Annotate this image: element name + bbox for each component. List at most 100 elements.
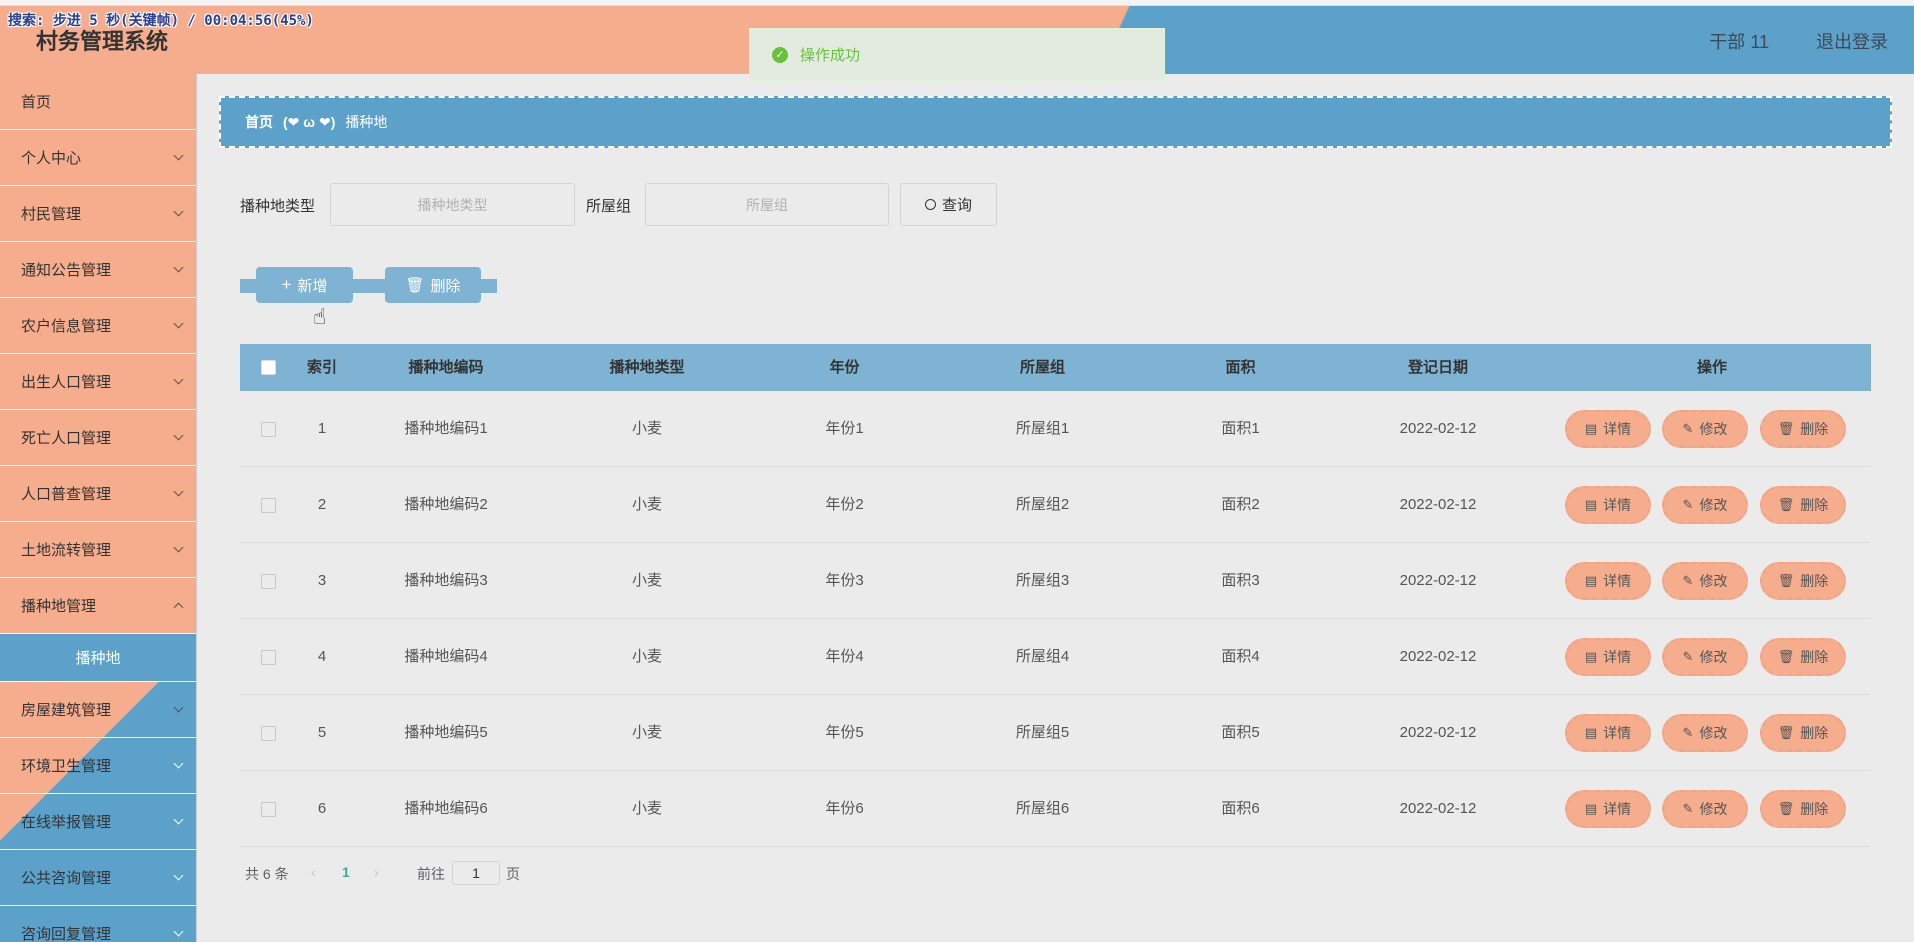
cell-date: 2022-02-12 bbox=[1399, 724, 1477, 741]
cell-date: 2022-02-12 bbox=[1399, 420, 1477, 437]
edit-button[interactable]: ✎ 修改 bbox=[1662, 562, 1748, 600]
cell-index: 3 bbox=[317, 572, 327, 589]
sidebar-item-buildings[interactable]: 房屋建筑管理 bbox=[0, 682, 196, 738]
cell-date: 2022-02-12 bbox=[1399, 496, 1477, 513]
sidebar-item-births[interactable]: 出生人口管理 bbox=[0, 354, 196, 410]
document-icon: ▤ bbox=[1584, 497, 1598, 512]
sidebar-item-land-transfer[interactable]: 土地流转管理 bbox=[0, 522, 196, 578]
row-checkbox[interactable] bbox=[261, 726, 276, 741]
cell-type: 小麦 bbox=[631, 572, 662, 589]
cell-date: 2022-02-12 bbox=[1399, 648, 1477, 665]
document-icon: ▤ bbox=[1584, 421, 1598, 436]
select-all-checkbox[interactable] bbox=[261, 360, 276, 375]
delete-button[interactable]: 🗑 删除 bbox=[1760, 486, 1846, 524]
cell-code: 播种地编码3 bbox=[404, 572, 488, 589]
row-checkbox[interactable] bbox=[261, 498, 276, 513]
sidebar-item-label: 咨询回复管理 bbox=[21, 926, 112, 942]
detail-button[interactable]: ▤ 详情 bbox=[1565, 562, 1651, 600]
sidebar-subitem-sowing-land[interactable]: 播种地 bbox=[0, 634, 196, 682]
chevron-down-icon bbox=[173, 374, 184, 385]
cell-area: 面积6 bbox=[1221, 800, 1260, 817]
cell-area: 面积2 bbox=[1221, 496, 1260, 513]
next-page-icon[interactable]: › bbox=[374, 864, 379, 880]
cell-type: 小麦 bbox=[631, 724, 662, 741]
sidebar-item-sanitation[interactable]: 环境卫生管理 bbox=[0, 738, 196, 794]
cell-date: 2022-02-12 bbox=[1399, 572, 1477, 589]
cell-type: 小麦 bbox=[631, 496, 662, 513]
row-checkbox[interactable] bbox=[261, 802, 276, 817]
sidebar-item-farmers[interactable]: 农户信息管理 bbox=[0, 298, 196, 354]
column-header: 所屋组 bbox=[1019, 359, 1065, 376]
cell-year: 年份3 bbox=[825, 572, 864, 589]
delete-button[interactable]: 🗑 删除 bbox=[1760, 638, 1846, 676]
batch-delete-button[interactable]: 🗑 删除 bbox=[369, 267, 497, 303]
edit-button[interactable]: ✎ 修改 bbox=[1662, 790, 1748, 828]
delete-button[interactable]: 🗑 删除 bbox=[1760, 410, 1846, 448]
logout-link[interactable]: 退出登录 bbox=[1816, 28, 1888, 54]
pencil-icon: ✎ bbox=[1682, 725, 1694, 740]
sidebar-item-label: 出生人口管理 bbox=[21, 374, 112, 391]
detail-button[interactable]: ▤ 详情 bbox=[1565, 486, 1651, 524]
type-search-input[interactable] bbox=[330, 183, 575, 226]
query-button[interactable]: 查询 bbox=[900, 183, 997, 226]
chevron-up-icon bbox=[173, 602, 184, 613]
delete-label: 删除 bbox=[1800, 421, 1829, 437]
edit-button[interactable]: ✎ 修改 bbox=[1662, 638, 1748, 676]
group-search-input[interactable] bbox=[645, 183, 889, 226]
row-checkbox[interactable] bbox=[261, 650, 276, 665]
detail-button[interactable]: ▤ 详情 bbox=[1565, 638, 1651, 676]
sidebar-item-villagers[interactable]: 村民管理 bbox=[0, 186, 196, 242]
delete-button[interactable]: 🗑 删除 bbox=[1760, 790, 1846, 828]
breadcrumb-home[interactable]: 首页 bbox=[245, 112, 273, 132]
sidebar-item-personal[interactable]: 个人中心 bbox=[0, 130, 196, 186]
sidebar-item-label: 在线举报管理 bbox=[21, 814, 112, 831]
button-decoration bbox=[369, 279, 385, 293]
edit-button[interactable]: ✎ 修改 bbox=[1662, 410, 1748, 448]
breadcrumb: 首页 (❤ ω ❤) 播种地 bbox=[219, 96, 1892, 148]
table-row: 1 播种地编码1 小麦 年份1 所屋组1 面积1 2022-02-12 ▤ 详情 … bbox=[240, 391, 1871, 467]
table-row: 6 播种地编码6 小麦 年份6 所屋组6 面积6 2022-02-12 ▤ 详情 … bbox=[240, 771, 1871, 847]
query-button-label: 查询 bbox=[941, 197, 972, 214]
sidebar-item-home[interactable]: 首页 bbox=[0, 74, 196, 130]
goto-page-input[interactable] bbox=[452, 861, 500, 885]
detail-button[interactable]: ▤ 详情 bbox=[1565, 410, 1651, 448]
table-row: 2 播种地编码2 小麦 年份2 所屋组2 面积2 2022-02-12 ▤ 详情 … bbox=[240, 467, 1871, 543]
sidebar-item-sowing-mgmt[interactable]: 播种地管理 bbox=[0, 578, 196, 634]
prev-page-icon[interactable]: ‹ bbox=[311, 864, 316, 880]
sidebar-item-census[interactable]: 人口普查管理 bbox=[0, 466, 196, 522]
sidebar-item-label: 通知公告管理 bbox=[21, 262, 112, 279]
edit-label: 修改 bbox=[1699, 573, 1728, 589]
edit-button[interactable]: ✎ 修改 bbox=[1662, 714, 1748, 752]
cell-index: 6 bbox=[317, 800, 327, 817]
chevron-down-icon bbox=[173, 262, 184, 273]
cell-year: 年份4 bbox=[825, 648, 864, 665]
trash-icon: 🗑 bbox=[405, 277, 425, 294]
add-button[interactable]: + 新增 bbox=[240, 267, 369, 303]
cell-type: 小麦 bbox=[631, 648, 662, 665]
chevron-down-icon bbox=[173, 542, 184, 553]
column-header: 登记日期 bbox=[1407, 359, 1468, 376]
edit-label: 修改 bbox=[1699, 725, 1728, 741]
detail-label: 详情 bbox=[1603, 649, 1632, 665]
cell-group: 所屋组1 bbox=[1015, 420, 1070, 437]
sidebar-item-reports[interactable]: 在线举报管理 bbox=[0, 794, 196, 850]
sidebar-item-consult[interactable]: 公共咨询管理 bbox=[0, 850, 196, 906]
detail-button[interactable]: ▤ 详情 bbox=[1565, 714, 1651, 752]
detail-button[interactable]: ▤ 详情 bbox=[1565, 790, 1651, 828]
sidebar-item-label: 公共咨询管理 bbox=[21, 870, 112, 887]
sidebar-item-deaths[interactable]: 死亡人口管理 bbox=[0, 410, 196, 466]
chevron-down-icon bbox=[173, 926, 184, 937]
delete-button[interactable]: 🗑 删除 bbox=[1760, 714, 1846, 752]
detail-label: 详情 bbox=[1603, 497, 1632, 513]
sidebar-item-consult-reply[interactable]: 咨询回复管理 bbox=[0, 906, 196, 942]
delete-button[interactable]: 🗑 删除 bbox=[1760, 562, 1846, 600]
chevron-down-icon bbox=[173, 870, 184, 881]
sidebar-item-notices[interactable]: 通知公告管理 bbox=[0, 242, 196, 298]
row-checkbox[interactable] bbox=[261, 422, 276, 437]
page-number[interactable]: 1 bbox=[342, 864, 350, 880]
edit-button[interactable]: ✎ 修改 bbox=[1662, 486, 1748, 524]
cell-code: 播种地编码4 bbox=[404, 648, 488, 665]
chevron-down-icon bbox=[173, 486, 184, 497]
row-checkbox[interactable] bbox=[261, 574, 276, 589]
cell-code: 播种地编码1 bbox=[404, 420, 488, 437]
